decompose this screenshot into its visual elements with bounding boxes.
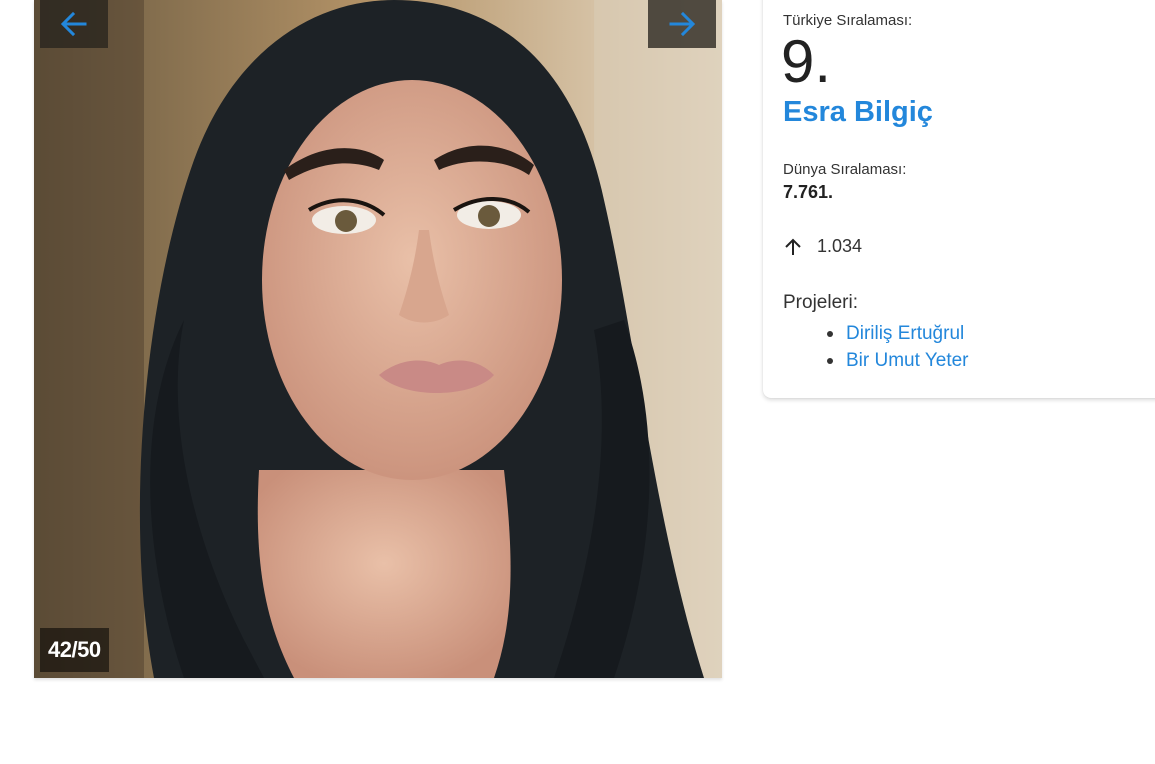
turkey-rank-label: Türkiye Sıralaması: — [783, 12, 913, 29]
photo-gallery: 42/50 — [34, 0, 722, 678]
world-rank: 7.761. — [783, 182, 834, 202]
arrow-right-icon — [669, 11, 696, 37]
bullet-icon — [827, 357, 833, 364]
projects-list: Diriliş Ertuğrul Bir Umut Yeter — [827, 320, 969, 374]
project-link[interactable]: Diriliş Ertuğrul — [846, 323, 964, 345]
arrow-left-icon — [60, 11, 87, 37]
bullet-icon — [827, 330, 833, 337]
project-link[interactable]: Bir Umut Yeter — [846, 350, 969, 372]
photo-counter: 42/50 — [40, 628, 109, 672]
celebrity-name-link[interactable]: Esra Bilgiç — [783, 96, 933, 129]
list-item: Diriliş Ertuğrul — [827, 320, 969, 347]
trend-value: 1.034 — [817, 236, 863, 256]
profile-card: Türkiye Sıralaması: 9. Esra Bilgiç Dünya… — [763, 0, 1155, 398]
rank-trend: 1.034 — [783, 236, 862, 257]
projects-label: Projeleri: — [783, 292, 858, 313]
portrait-photo — [34, 0, 722, 678]
world-rank-label: Dünya Sıralaması: — [783, 161, 907, 178]
previous-photo-button[interactable] — [40, 0, 108, 48]
next-photo-button[interactable] — [648, 0, 716, 48]
turkey-rank: 9. — [781, 28, 832, 95]
list-item: Bir Umut Yeter — [827, 347, 969, 374]
arrow-up-icon — [785, 238, 801, 255]
